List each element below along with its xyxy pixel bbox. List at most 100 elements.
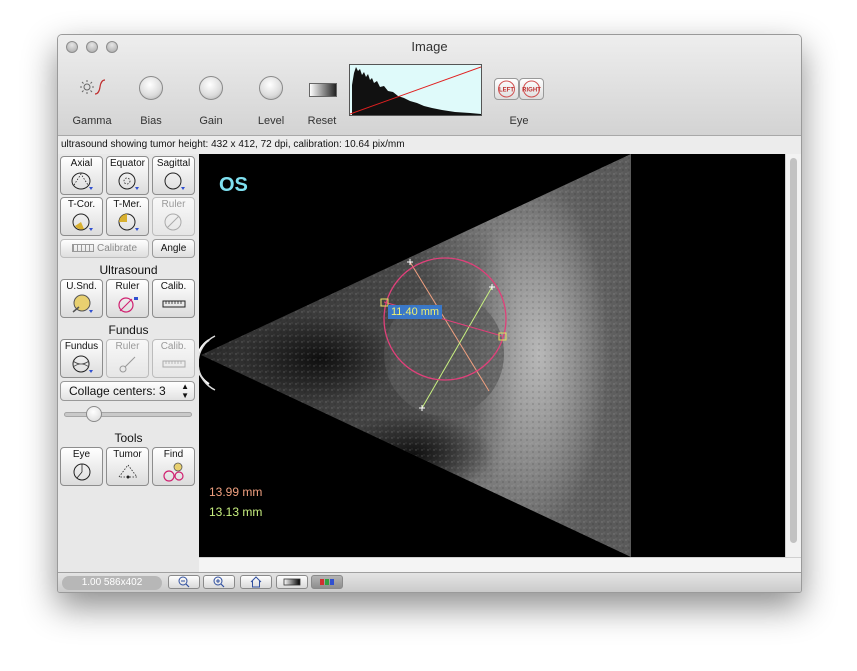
- zoom-out-button[interactable]: [168, 575, 200, 589]
- color-channels-icon: [320, 579, 334, 585]
- window-title: Image: [411, 39, 448, 54]
- image-window: Image Gamma Bias Gain Level Reset LEFT R…: [57, 34, 802, 593]
- histogram[interactable]: [349, 64, 482, 116]
- ultrasound-calib-button[interactable]: Calib.: [152, 279, 195, 318]
- collage-centers-value: Collage centers: 3: [69, 384, 166, 398]
- calibrate-label: Calibrate: [96, 243, 138, 254]
- t-cor-button[interactable]: T-Cor.: [60, 197, 103, 236]
- angle-button[interactable]: Angle: [152, 239, 195, 258]
- tumor-tool-label: Tumor: [113, 449, 142, 460]
- find-tool-button[interactable]: Find: [152, 447, 195, 486]
- slider-thumb[interactable]: [86, 406, 103, 422]
- equator-view-icon: [118, 172, 139, 190]
- left-eye-icon: LEFT: [498, 80, 515, 98]
- color-mode-button[interactable]: [311, 575, 343, 589]
- fundus-icon: [72, 355, 93, 373]
- measurement-1-text: 13.99 mm: [209, 485, 263, 499]
- collage-centers-select[interactable]: Collage centers: 3 ▲ ▼: [60, 381, 195, 401]
- fundus-section-title: Fundus: [108, 323, 149, 337]
- fundus-calibration-icon: [162, 360, 185, 368]
- ruler-view-label: Ruler: [161, 199, 186, 210]
- fundus-button[interactable]: Fundus: [60, 339, 103, 378]
- find-tool-label: Find: [163, 449, 184, 460]
- axial-label: Axial: [70, 158, 93, 169]
- home-button[interactable]: [240, 575, 272, 589]
- bias-knob-icon[interactable]: [139, 76, 163, 100]
- find-tool-icon: [162, 462, 184, 482]
- vertical-scroll-thumb[interactable]: [790, 158, 797, 543]
- t-mer-button[interactable]: T-Mer.: [106, 197, 149, 236]
- level-label: Level: [257, 115, 285, 127]
- horizontal-scroll-area[interactable]: [199, 557, 801, 573]
- fundus-ruler-label: Ruler: [115, 341, 140, 352]
- level-knob-icon[interactable]: [259, 76, 283, 100]
- fundus-label: Fundus: [64, 341, 99, 352]
- slider-track[interactable]: [64, 412, 192, 417]
- home-icon: [250, 576, 262, 588]
- eye-right-button[interactable]: RIGHT: [519, 78, 544, 100]
- ultrasound-label: U.Snd.: [66, 281, 97, 292]
- fundus-calib-label: Calib.: [160, 341, 187, 352]
- eye-right-text: RIGHT: [522, 88, 541, 94]
- ultrasound-image: [199, 154, 785, 557]
- ruler-circle-icon: [117, 297, 138, 313]
- eye-tool-button[interactable]: Eye: [60, 447, 103, 486]
- equator-label: Equator: [109, 158, 146, 169]
- reset-button[interactable]: [309, 83, 337, 97]
- gamma-label: Gamma: [72, 115, 112, 127]
- eye-tool-icon: [73, 463, 90, 481]
- bottom-toolbar: 1.00 586x402: [58, 572, 801, 592]
- select-arrows-icon: ▲ ▼: [181, 382, 189, 400]
- calibrate-button[interactable]: Calibrate: [60, 239, 149, 258]
- ultrasound-calib-label: Calib.: [160, 281, 187, 292]
- calibrate-ruler-icon: [71, 244, 94, 253]
- grayscale-icon: [283, 578, 301, 586]
- right-eye-icon: RIGHT: [522, 80, 541, 98]
- zoom-out-icon: [178, 576, 190, 588]
- eye-side-label: OS: [219, 174, 248, 196]
- tools-sidebar: Axial Equator Sagittal T-Cor. T-Mer. Rul…: [58, 154, 200, 572]
- ruler-view-icon: [164, 213, 181, 231]
- tumor-tool-button[interactable]: Tumor: [106, 447, 149, 486]
- bias-label: Bias: [140, 115, 162, 127]
- ultrasound-image-view[interactable]: OS 11.40 mm 13.99 mm 13.13 mm: [199, 154, 785, 557]
- axial-button[interactable]: Axial: [60, 156, 103, 195]
- tools-section-title: Tools: [114, 431, 143, 445]
- t-mer-label: T-Mer.: [113, 199, 142, 210]
- sagittal-button[interactable]: Sagittal: [152, 156, 195, 195]
- eye-left-button[interactable]: LEFT: [494, 78, 519, 100]
- gain-knob-icon[interactable]: [199, 76, 223, 100]
- tumor-tool-icon: [117, 464, 138, 479]
- titlebar-toolbar: Image Gamma Bias Gain Level Reset LEFT R…: [58, 35, 801, 136]
- sagittal-view-icon: [164, 172, 185, 190]
- ultrasound-icon: [72, 294, 93, 313]
- diameter-measure-label: 11.40 mm: [388, 305, 443, 319]
- equator-button[interactable]: Equator: [106, 156, 149, 195]
- t-cor-label: T-Cor.: [67, 199, 96, 210]
- zoom-in-button[interactable]: [203, 575, 235, 589]
- vertical-scrollbar[interactable]: [785, 154, 801, 557]
- fundus-calib-button[interactable]: Calib.: [152, 339, 195, 378]
- ruler-view-button[interactable]: Ruler: [152, 197, 195, 236]
- reset-label: Reset: [307, 115, 337, 127]
- gamma-button[interactable]: [78, 75, 108, 103]
- eye-left-text: LEFT: [499, 88, 514, 94]
- fundus-ruler-button[interactable]: Ruler: [106, 339, 149, 378]
- gain-label: Gain: [199, 115, 223, 127]
- zoom-status: 1.00 586x402: [62, 576, 162, 590]
- ultrasound-ruler-button[interactable]: Ruler: [106, 279, 149, 318]
- ultrasound-section-title: Ultrasound: [99, 263, 158, 277]
- gamma-icon: [80, 79, 106, 95]
- eye-tool-label: Eye: [72, 449, 91, 460]
- eye-label: Eye: [509, 115, 529, 127]
- t-mer-view-icon: [118, 213, 139, 231]
- ultrasound-button[interactable]: U.Snd.: [60, 279, 103, 318]
- histogram-plot: [350, 66, 481, 115]
- t-cor-view-icon: [72, 213, 93, 231]
- grayscale-button[interactable]: [276, 575, 308, 589]
- ultrasound-ruler-label: Ruler: [115, 281, 140, 292]
- measurement-2-text: 13.13 mm: [209, 505, 263, 519]
- image-info-bar: ultrasound showing tumor height: 432 x 4…: [58, 136, 801, 155]
- zoom-in-icon: [213, 576, 225, 588]
- axial-view-icon: [71, 172, 93, 190]
